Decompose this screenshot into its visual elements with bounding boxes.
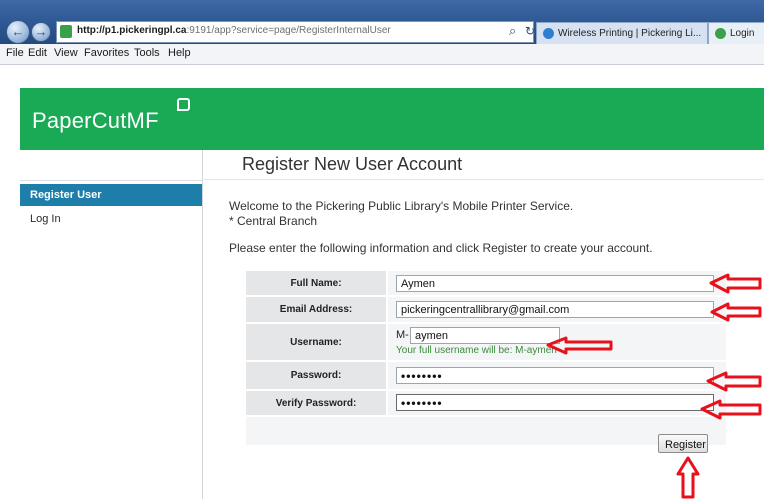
password-input[interactable]: •••••••• — [396, 367, 714, 384]
browser-chrome: ← → http://p1.pickeringpl.ca:9191/app?se… — [0, 0, 764, 65]
email-label: Email Address: — [246, 297, 386, 322]
full-name-input[interactable]: Aymen — [396, 275, 714, 292]
username-prefix: M- — [396, 329, 409, 341]
sidebar-item-register-user[interactable]: Register User — [20, 184, 202, 206]
menu-edit[interactable]: Edit — [28, 47, 47, 59]
refresh-icon[interactable]: ↻ — [525, 24, 535, 38]
menu-view[interactable]: View — [54, 47, 78, 59]
instructions-text: Please enter the following information a… — [229, 241, 653, 255]
email-cell: pickeringcentrallibrary@gmail.com — [388, 297, 726, 322]
browser-titlebar: ← → http://p1.pickeringpl.ca:9191/app?se… — [0, 0, 764, 45]
branch-line: * Central Branch — [229, 214, 318, 228]
sidebar-header — [20, 150, 202, 181]
menu-file[interactable]: File — [6, 47, 24, 59]
page: PaperCutMF Register User Log In Register… — [20, 88, 764, 499]
button-row — [246, 417, 726, 445]
menu-favorites[interactable]: Favorites — [84, 47, 129, 59]
search-icon[interactable]: ⌕ — [509, 23, 516, 39]
welcome-text: Welcome to the Pickering Public Library'… — [229, 199, 573, 229]
form-row-username: Username: M- aymen Your full username wi… — [246, 324, 726, 360]
password-cell: •••••••• — [388, 362, 726, 389]
page-title: Register New User Account — [242, 154, 463, 174]
form-row-full-name: Full Name: Aymen — [246, 271, 726, 295]
menu-help[interactable]: Help — [168, 47, 191, 59]
verify-password-cell: •••••••• — [388, 391, 726, 415]
browser-tab-login[interactable]: Login — [708, 22, 764, 45]
verify-password-label: Verify Password: — [246, 391, 386, 415]
full-name-label: Full Name: — [246, 271, 386, 295]
menu-bar: File Edit View Favorites Tools Help — [0, 44, 764, 65]
register-button[interactable]: Register — [658, 434, 708, 453]
back-button[interactable]: ← — [6, 20, 30, 44]
address-url: http://p1.pickeringpl.ca:9191/app?servic… — [77, 25, 391, 36]
sidebar-item-log-in[interactable]: Log In — [20, 208, 202, 230]
browser-tab-wireless-printing[interactable]: Wireless Printing | Pickering Li... — [536, 22, 708, 45]
logo-bubble-icon — [177, 98, 190, 111]
email-input[interactable]: pickeringcentrallibrary@gmail.com — [396, 301, 714, 318]
username-cell: M- aymen Your full username will be: M-a… — [388, 324, 726, 360]
username-input[interactable]: aymen — [410, 327, 560, 344]
menu-tools[interactable]: Tools — [134, 47, 160, 59]
papercut-logo: PaperCutMF — [32, 108, 159, 133]
verify-password-input[interactable]: •••••••• — [396, 394, 714, 411]
ie-tab-icon — [543, 27, 554, 39]
app-header: PaperCutMF — [20, 88, 764, 150]
username-label: Username: — [246, 324, 386, 360]
address-bar[interactable]: http://p1.pickeringpl.ca:9191/app?servic… — [56, 21, 535, 43]
full-name-cell: Aymen — [388, 271, 726, 295]
forward-button[interactable]: → — [31, 22, 51, 42]
papercut-tab-icon — [715, 27, 726, 39]
sidebar: Register User Log In — [20, 150, 203, 499]
form-row-email: Email Address: pickeringcentrallibrary@g… — [246, 297, 726, 322]
title-divider — [202, 179, 764, 180]
username-hint: Your full username will be: M-aymen — [396, 345, 557, 356]
form-row-password: Password: •••••••• — [246, 362, 726, 389]
welcome-line: Welcome to the Pickering Public Library'… — [229, 199, 574, 213]
password-label: Password: — [246, 362, 386, 389]
form-row-verify-password: Verify Password: •••••••• — [246, 391, 726, 415]
site-icon — [60, 25, 72, 38]
